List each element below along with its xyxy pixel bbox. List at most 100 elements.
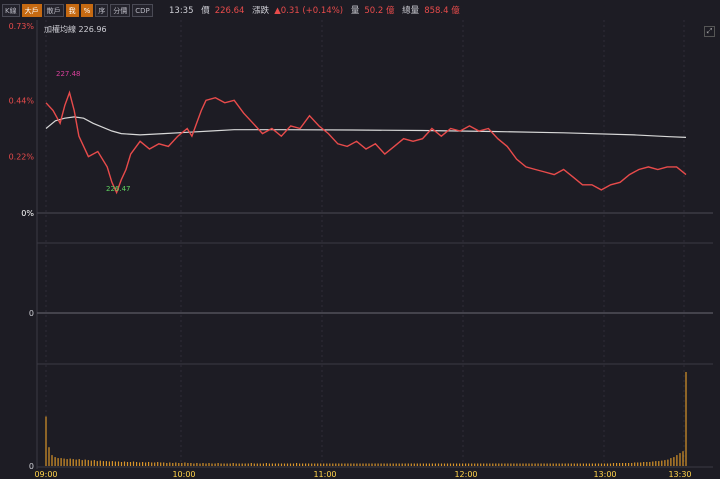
- volume-bar: [616, 463, 618, 466]
- volume-bar: [60, 458, 62, 466]
- volume-bar: [682, 451, 684, 466]
- volume-bar: [576, 463, 578, 466]
- volume-axis-label: 0: [29, 462, 34, 471]
- volume-bar: [489, 463, 491, 466]
- volume-bar: [326, 463, 328, 466]
- volume-bar: [178, 463, 180, 466]
- volume-bar: [371, 463, 373, 466]
- volume-bar: [232, 463, 234, 466]
- volume-bar: [163, 462, 165, 466]
- volume-bar: [534, 463, 536, 466]
- volume-bar: [199, 463, 201, 466]
- volume-bar: [531, 463, 533, 466]
- volume-bar: [619, 463, 621, 466]
- volume-bar: [268, 463, 270, 466]
- volume-bar: [368, 463, 370, 466]
- volume-bar: [338, 463, 340, 466]
- volume-bar: [646, 462, 648, 466]
- volume-bar: [634, 462, 636, 466]
- time-tick-label: 11:00: [313, 470, 336, 479]
- volume-bar: [425, 463, 427, 466]
- volume-bar: [145, 462, 147, 466]
- volume-bar: [679, 453, 681, 466]
- volume-bar: [305, 463, 307, 466]
- volume-bar: [676, 455, 678, 466]
- volume-bar: [525, 463, 527, 466]
- volume-bar: [413, 463, 415, 466]
- volume-bar: [120, 462, 123, 466]
- volume-bar: [217, 463, 219, 466]
- volume-bar: [229, 463, 231, 466]
- volume-bar: [187, 463, 189, 466]
- volume-bar: [335, 463, 337, 466]
- volume-bar: [286, 463, 289, 466]
- volume-bar: [501, 463, 503, 466]
- volume-bar: [419, 463, 421, 466]
- volume-bar: [181, 463, 183, 466]
- volume-bar: [643, 462, 645, 466]
- volume-bar: [223, 463, 225, 466]
- time-tick-label: 10:00: [172, 470, 195, 479]
- volume-bar: [437, 463, 440, 466]
- volume-bar: [398, 463, 400, 466]
- volume-bar: [99, 460, 101, 466]
- volume-bar: [344, 463, 346, 466]
- volume-bar: [591, 463, 593, 466]
- volume-bar: [667, 459, 669, 466]
- volume-bar: [347, 463, 349, 466]
- volume-bar: [184, 462, 186, 466]
- volume-bar: [459, 463, 461, 466]
- volume-bar: [356, 463, 358, 466]
- volume-bar: [522, 463, 524, 466]
- volume-bar: [395, 463, 397, 466]
- volume-bar: [546, 463, 548, 466]
- volume-bar: [69, 458, 71, 466]
- volume-bar: [48, 447, 50, 466]
- volume-bar: [108, 461, 110, 466]
- volume-bar: [507, 463, 509, 466]
- volume-bar: [483, 463, 485, 466]
- volume-bar: [226, 463, 228, 466]
- price-line: [45, 90, 687, 195]
- volume-bar: [205, 463, 207, 466]
- price-tick-label: 0%: [21, 209, 34, 218]
- volume-bar: [552, 463, 554, 466]
- volume-bar: [510, 463, 512, 466]
- volume-bar: [359, 463, 361, 466]
- volume-bar: [380, 463, 382, 466]
- volume-bar: [63, 458, 65, 466]
- volume-bar: [320, 463, 322, 466]
- volume-bar: [498, 463, 500, 466]
- volume-bar: [570, 463, 572, 466]
- volume-bar: [440, 463, 443, 466]
- volume-bar: [664, 460, 666, 466]
- volume-bar: [609, 463, 612, 466]
- time-tick-label: 13:00: [593, 470, 616, 479]
- volume-bar: [474, 463, 476, 466]
- volume-bar: [597, 463, 600, 466]
- volume-bar: [139, 462, 141, 466]
- volume-bar: [114, 461, 116, 466]
- volume-bar: [72, 459, 74, 466]
- volume-bar: [585, 463, 587, 466]
- time-tick-label: 09:00: [34, 470, 57, 479]
- volume-bar: [564, 463, 566, 466]
- volume-bar: [374, 463, 376, 466]
- volume-bar: [670, 458, 672, 466]
- volume-bar: [66, 459, 68, 466]
- volume-bar: [169, 462, 171, 466]
- volume-bar: [151, 462, 153, 466]
- volume-bar: [157, 462, 159, 466]
- volume-bar: [57, 458, 59, 466]
- volume-bar: [658, 461, 660, 466]
- avg-price-line: [45, 116, 687, 138]
- high-price-annotation: 227.48: [56, 70, 81, 78]
- volume-bar: [401, 463, 403, 466]
- volume-bar: [96, 461, 98, 466]
- volume-bar: [314, 463, 316, 466]
- volume-bar: [603, 463, 606, 466]
- volume-bar: [289, 463, 292, 466]
- indicator-axis-label: 0: [29, 309, 34, 318]
- volume-bar: [612, 463, 615, 466]
- volume-bar: [465, 463, 467, 466]
